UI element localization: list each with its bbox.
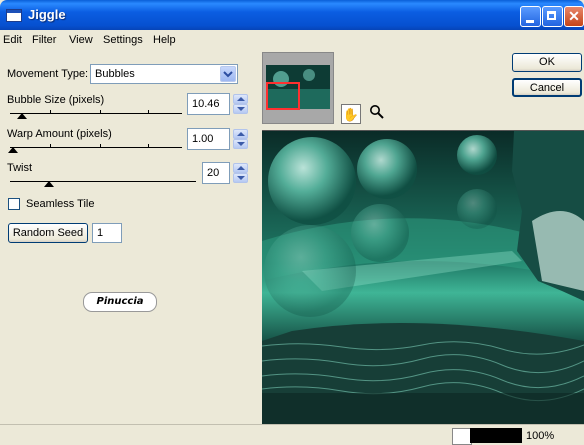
movement-type-select[interactable]: Bubbles — [90, 64, 238, 84]
foreground-color-swatch[interactable] — [470, 428, 522, 443]
zoom-level: 100% — [526, 430, 555, 442]
warp-amount-field[interactable]: 1.00 — [187, 128, 230, 150]
twist-field[interactable]: 20 — [202, 162, 230, 184]
navigator-thumbnail[interactable] — [262, 52, 334, 124]
menu-filter[interactable]: Filter — [32, 34, 56, 46]
movement-type-value: Bubbles — [95, 68, 135, 80]
window-title: Jiggle — [28, 7, 66, 22]
maximize-button[interactable] — [542, 6, 563, 27]
slider-tick — [50, 144, 51, 147]
title-bar: Jiggle ✕ — [0, 0, 584, 30]
slider-tick — [148, 110, 149, 113]
menu-edit[interactable]: Edit — [3, 34, 22, 46]
warp-amount-value: 1.00 — [192, 133, 214, 145]
ok-button[interactable]: OK — [512, 53, 582, 72]
close-button[interactable]: ✕ — [564, 6, 584, 27]
menu-help[interactable]: Help — [153, 34, 176, 46]
random-seed-input[interactable]: 1 — [92, 223, 122, 243]
pinuccia-logo: Pinuccia — [83, 292, 157, 312]
slider-tick — [148, 144, 149, 147]
bubble-size-label: Bubble Size (pixels) — [7, 94, 105, 106]
menu-view[interactable]: View — [69, 34, 93, 46]
preview-canvas[interactable] — [262, 130, 584, 425]
cancel-button[interactable]: Cancel — [512, 78, 582, 97]
app-window-icon — [6, 9, 22, 22]
warp-amount-slider[interactable] — [10, 147, 182, 148]
seamless-tile-checkbox[interactable] — [8, 198, 20, 210]
menu-bar: Edit Filter View Settings Help — [0, 30, 584, 50]
random-seed-value: 1 — [97, 227, 104, 239]
bubble-size-field[interactable]: 10.46 — [187, 93, 230, 115]
bubble-size-slider[interactable] — [10, 113, 182, 114]
warp-amount-slider-thumb[interactable] — [8, 147, 18, 153]
preview-image — [262, 131, 584, 425]
twist-value: 20 — [207, 167, 220, 179]
bubble-size-value: 10.46 — [192, 98, 220, 110]
movement-type-label: Movement Type: — [7, 68, 89, 80]
minimize-button[interactable] — [520, 6, 541, 27]
warp-amount-stepper[interactable] — [233, 129, 248, 149]
thumbnail-image — [263, 53, 333, 123]
menu-settings[interactable]: Settings — [103, 34, 143, 46]
background-color-swatch[interactable] — [452, 428, 472, 445]
twist-stepper[interactable] — [233, 163, 248, 183]
hand-tool-icon[interactable]: ✋ — [341, 104, 361, 124]
twist-slider-thumb[interactable] — [44, 181, 54, 187]
slider-tick — [50, 110, 51, 113]
chevron-down-icon[interactable] — [220, 66, 236, 82]
random-seed-button[interactable]: Random Seed — [8, 223, 88, 243]
twist-slider[interactable] — [10, 181, 196, 182]
warp-amount-label: Warp Amount (pixels) — [7, 128, 112, 140]
bubble-size-slider-thumb[interactable] — [17, 113, 27, 119]
slider-tick — [100, 110, 101, 113]
slider-tick — [100, 144, 101, 147]
magnifier-icon[interactable] — [367, 104, 387, 124]
bubble-size-stepper[interactable] — [233, 94, 248, 114]
twist-label: Twist — [7, 162, 33, 174]
seamless-tile-label: Seamless Tile — [26, 198, 95, 210]
